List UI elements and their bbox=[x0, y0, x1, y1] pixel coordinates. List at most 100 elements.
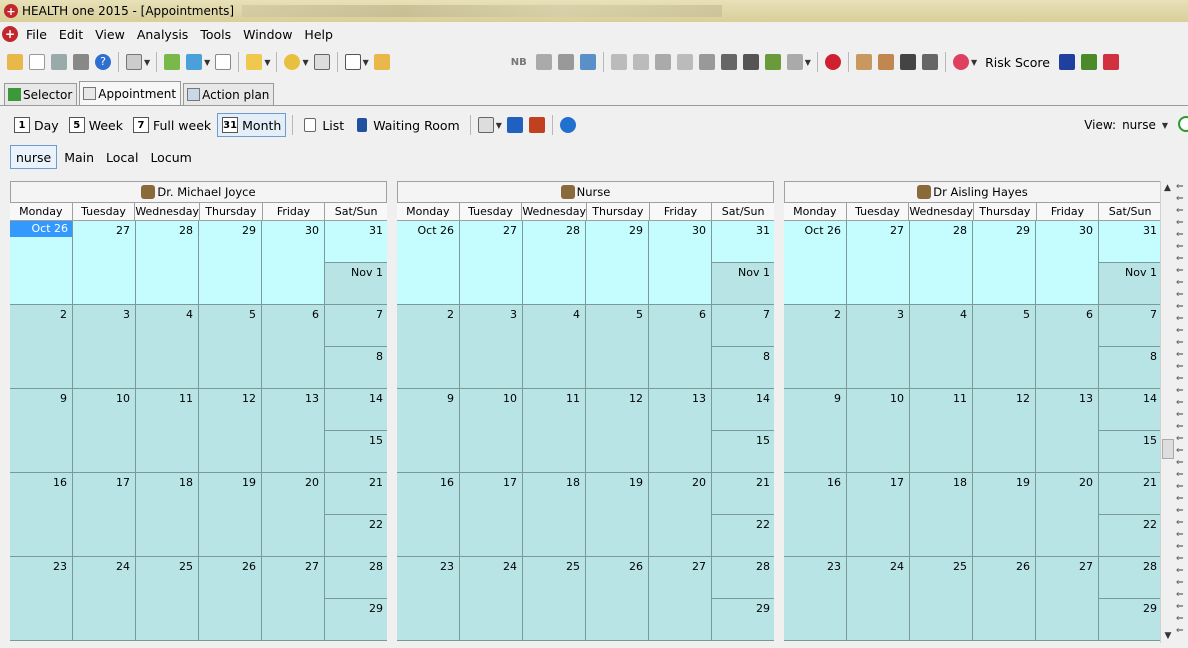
day-cell[interactable]: Oct 26 bbox=[10, 221, 73, 304]
sync-icon[interactable] bbox=[284, 54, 301, 70]
day-cell[interactable]: 9 bbox=[10, 389, 73, 472]
day-cell[interactable]: 20 bbox=[1036, 473, 1099, 556]
copy-icon[interactable] bbox=[506, 117, 523, 133]
mail-icon[interactable] bbox=[246, 54, 263, 70]
tool-icon[interactable] bbox=[720, 54, 737, 70]
list-view-button[interactable]: List bbox=[297, 113, 348, 137]
day-cell[interactable]: 9 bbox=[784, 389, 847, 472]
sunday-cell[interactable]: 15 bbox=[325, 431, 387, 472]
clipboard-icon[interactable] bbox=[373, 54, 390, 70]
saturday-cell[interactable]: 7 bbox=[712, 305, 774, 347]
day-cell[interactable]: 2 bbox=[397, 305, 460, 388]
menu-view[interactable]: View bbox=[89, 27, 131, 42]
day-cell[interactable]: 18 bbox=[910, 473, 973, 556]
day-cell[interactable]: 26 bbox=[973, 557, 1036, 640]
grid-icon[interactable] bbox=[535, 54, 552, 70]
notes-icon[interactable] bbox=[126, 54, 142, 70]
month-view-button[interactable]: 31 Month bbox=[217, 113, 287, 137]
day-cell[interactable]: 28 bbox=[910, 221, 973, 304]
day-cell[interactable]: 30 bbox=[262, 221, 325, 304]
saturday-cell[interactable]: 28 bbox=[325, 557, 387, 599]
sunday-cell[interactable]: 29 bbox=[1099, 599, 1161, 640]
eye-icon[interactable] bbox=[899, 54, 916, 70]
day-cell[interactable]: Oct 26 bbox=[397, 221, 460, 304]
alert-icon[interactable] bbox=[824, 54, 841, 70]
tool-icon[interactable] bbox=[654, 54, 671, 70]
filter-nurse[interactable]: nurse bbox=[10, 145, 58, 169]
day-cell[interactable]: 17 bbox=[460, 473, 523, 556]
document-icon[interactable] bbox=[921, 54, 938, 70]
day-cell[interactable]: 5 bbox=[973, 305, 1036, 388]
saturday-cell[interactable]: 21 bbox=[712, 473, 774, 515]
day-cell[interactable]: 27 bbox=[73, 221, 136, 304]
day-cell[interactable]: 29 bbox=[586, 221, 649, 304]
nb-button[interactable]: NB bbox=[511, 57, 527, 68]
day-cell[interactable]: 29 bbox=[199, 221, 262, 304]
day-cell[interactable]: 24 bbox=[73, 557, 136, 640]
help-icon[interactable]: ? bbox=[95, 54, 111, 70]
sunday-cell[interactable]: 29 bbox=[325, 599, 387, 640]
day-cell[interactable]: 10 bbox=[73, 389, 136, 472]
menu-edit[interactable]: Edit bbox=[53, 27, 89, 42]
day-cell[interactable]: 17 bbox=[847, 473, 910, 556]
menu-window[interactable]: Window bbox=[237, 27, 298, 42]
list-icon[interactable] bbox=[215, 54, 232, 70]
filter-local[interactable]: Local bbox=[101, 145, 143, 169]
day-cell[interactable]: 18 bbox=[523, 473, 586, 556]
day-cell[interactable]: 11 bbox=[910, 389, 973, 472]
new-document-icon[interactable] bbox=[29, 54, 45, 70]
tool-icon[interactable] bbox=[676, 54, 693, 70]
day-cell[interactable]: 13 bbox=[1036, 389, 1099, 472]
day-cell[interactable]: 25 bbox=[523, 557, 586, 640]
day-cell[interactable]: 3 bbox=[847, 305, 910, 388]
tool-icon[interactable] bbox=[632, 54, 649, 70]
saturday-cell[interactable]: 28 bbox=[1099, 557, 1161, 599]
saturday-cell[interactable]: 14 bbox=[712, 389, 774, 431]
saturday-cell[interactable]: 31 bbox=[325, 221, 387, 263]
sunday-cell[interactable]: 8 bbox=[325, 347, 387, 388]
tool-icon[interactable] bbox=[764, 54, 781, 70]
day-cell[interactable]: 26 bbox=[199, 557, 262, 640]
card-icon[interactable] bbox=[313, 54, 330, 70]
day-cell[interactable]: 11 bbox=[136, 389, 199, 472]
day-cell[interactable]: 6 bbox=[649, 305, 712, 388]
day-cell[interactable]: 19 bbox=[199, 473, 262, 556]
filter-locum[interactable]: Locum bbox=[145, 145, 196, 169]
export-icon[interactable] bbox=[186, 54, 203, 70]
week-view-button[interactable]: 5 Week bbox=[65, 113, 127, 137]
day-cell[interactable]: 4 bbox=[523, 305, 586, 388]
save-icon[interactable] bbox=[51, 54, 67, 70]
chevron-down-icon[interactable]: ▼ bbox=[204, 58, 210, 67]
sunday-cell[interactable]: 8 bbox=[712, 347, 774, 388]
day-cell[interactable]: 12 bbox=[973, 389, 1036, 472]
day-cell[interactable]: 18 bbox=[136, 473, 199, 556]
view-selector[interactable]: View: nurse ▼ bbox=[1084, 118, 1170, 132]
saturday-cell[interactable]: 31 bbox=[1099, 221, 1161, 263]
open-folder-icon[interactable] bbox=[7, 54, 23, 70]
day-cell[interactable]: 23 bbox=[10, 557, 73, 640]
day-cell[interactable]: 20 bbox=[649, 473, 712, 556]
chevron-down-icon[interactable]: ▼ bbox=[971, 58, 977, 67]
day-cell[interactable]: 25 bbox=[136, 557, 199, 640]
day-cell[interactable]: 2 bbox=[10, 305, 73, 388]
panel-header[interactable]: Nurse bbox=[397, 181, 774, 203]
day-cell[interactable]: 4 bbox=[136, 305, 199, 388]
day-cell[interactable]: 24 bbox=[460, 557, 523, 640]
saturday-cell[interactable]: 7 bbox=[1099, 305, 1161, 347]
refresh-icon[interactable] bbox=[559, 117, 576, 133]
day-cell[interactable]: 16 bbox=[784, 473, 847, 556]
chevron-down-icon[interactable]: ▼ bbox=[363, 58, 369, 67]
chevron-down-icon[interactable]: ▼ bbox=[302, 58, 308, 67]
day-cell[interactable]: 4 bbox=[910, 305, 973, 388]
tool-icon[interactable] bbox=[698, 54, 715, 70]
sunday-cell[interactable]: 22 bbox=[325, 515, 387, 556]
sunday-cell[interactable]: Nov 1 bbox=[712, 263, 774, 304]
day-cell[interactable]: 19 bbox=[586, 473, 649, 556]
tab-selector[interactable]: Selector bbox=[4, 83, 78, 105]
day-cell[interactable]: 12 bbox=[586, 389, 649, 472]
green-heart-icon[interactable] bbox=[1081, 54, 1097, 70]
tool-icon[interactable] bbox=[610, 54, 627, 70]
folder-up-icon[interactable] bbox=[164, 54, 181, 70]
day-cell[interactable]: 28 bbox=[136, 221, 199, 304]
graph-icon[interactable] bbox=[786, 54, 803, 70]
